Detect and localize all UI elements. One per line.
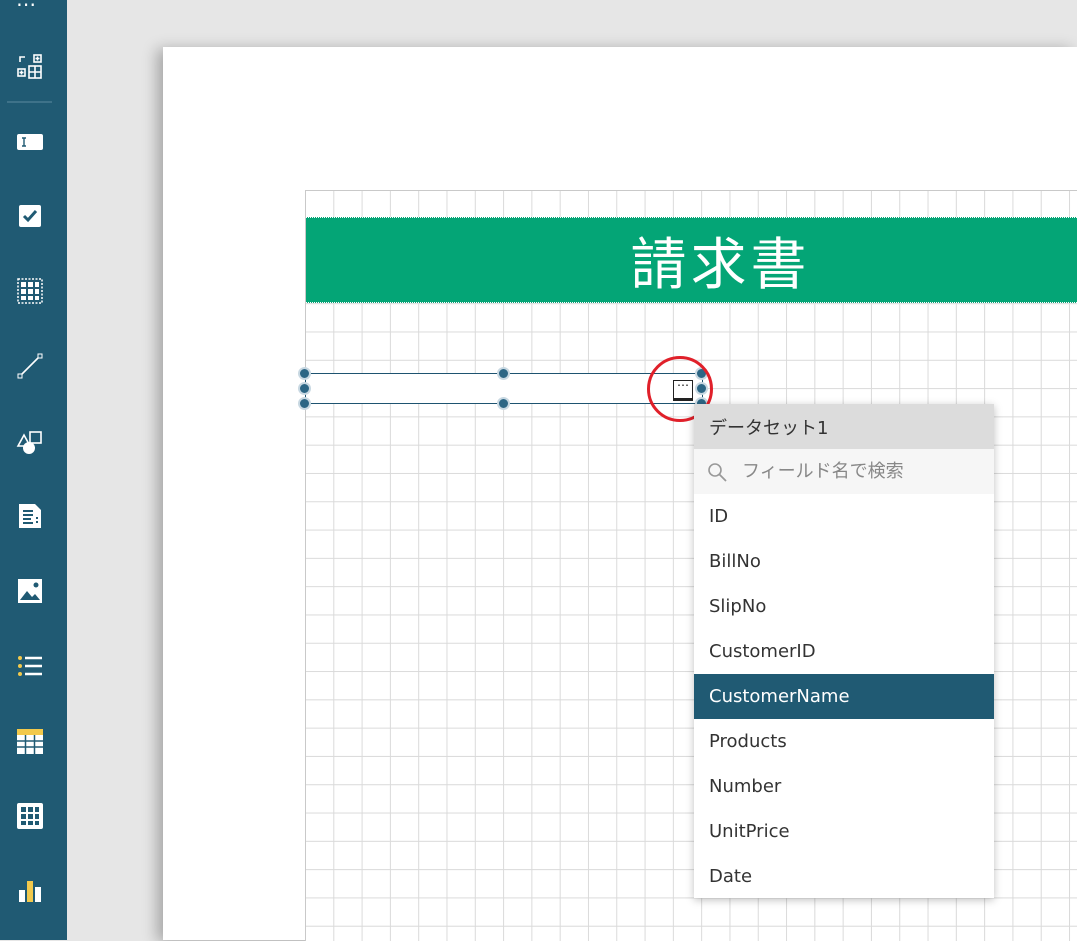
toolbar-divider bbox=[7, 101, 52, 103]
line-tool-icon[interactable] bbox=[13, 349, 47, 383]
field-dropdown: データセット1 ID BillNo SlipNo CustomerID Cust… bbox=[694, 404, 994, 898]
select-tool-icon[interactable] bbox=[13, 50, 47, 84]
field-item-id[interactable]: ID bbox=[694, 494, 994, 539]
toolbox-sidebar: ⋯ bbox=[0, 0, 67, 940]
field-item-number[interactable]: Number bbox=[694, 764, 994, 809]
document-tool-icon[interactable] bbox=[13, 499, 47, 533]
textbox-tool-icon[interactable] bbox=[13, 124, 47, 158]
field-search-input[interactable] bbox=[740, 460, 974, 483]
image-tool-icon[interactable] bbox=[13, 574, 47, 608]
field-item-customername[interactable]: CustomerName bbox=[694, 674, 994, 719]
resize-handle-top-left[interactable] bbox=[298, 367, 311, 380]
grid-tool-icon[interactable] bbox=[13, 274, 47, 308]
resize-handle-top[interactable] bbox=[497, 367, 510, 380]
report-title: 請求書 bbox=[630, 232, 811, 298]
title-band[interactable]: 請求書 bbox=[306, 217, 1077, 303]
more-icon[interactable]: ⋯ bbox=[16, 0, 37, 16]
resize-handle-left[interactable] bbox=[298, 382, 311, 395]
list-tool-icon[interactable] bbox=[13, 649, 47, 683]
field-search bbox=[694, 449, 994, 494]
field-item-customerid[interactable]: CustomerID bbox=[694, 629, 994, 674]
field-item-products[interactable]: Products bbox=[694, 719, 994, 764]
shape-tool-icon[interactable] bbox=[13, 424, 47, 458]
chart-tool-icon[interactable] bbox=[13, 874, 47, 908]
dataset-header[interactable]: データセット1 bbox=[694, 404, 994, 449]
table-tool-icon[interactable] bbox=[13, 724, 47, 758]
resize-handle-bottom[interactable] bbox=[497, 397, 510, 410]
field-item-billno[interactable]: BillNo bbox=[694, 539, 994, 584]
search-icon bbox=[708, 462, 727, 482]
resize-handle-bottom-left[interactable] bbox=[298, 397, 311, 410]
field-item-unitprice[interactable]: UnitPrice bbox=[694, 809, 994, 854]
field-item-date[interactable]: Date bbox=[694, 854, 994, 899]
tablix-tool-icon[interactable] bbox=[13, 799, 47, 833]
field-item-slipno[interactable]: SlipNo bbox=[694, 584, 994, 629]
checkbox-tool-icon[interactable] bbox=[13, 199, 47, 233]
